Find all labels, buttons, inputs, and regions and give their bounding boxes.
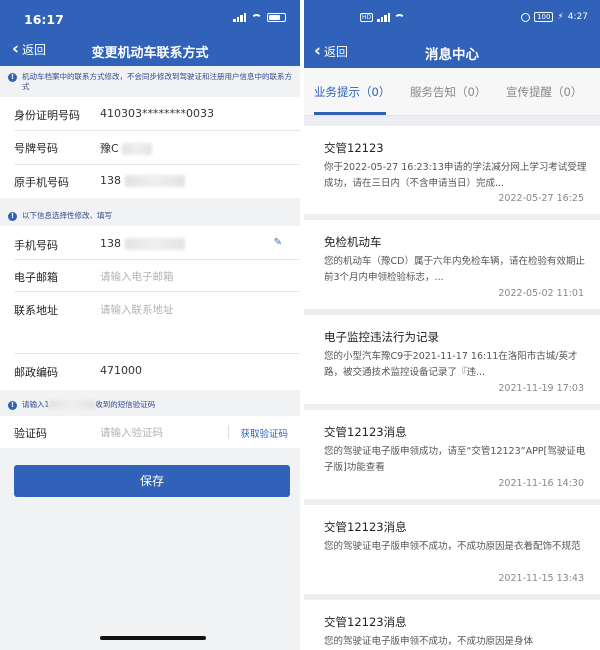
id-number-label: 身份证明号码	[14, 109, 80, 122]
address-row[interactable]: 联系地址 请输入联系地址	[0, 292, 300, 354]
message-date: 2021-11-15 13:43	[498, 573, 584, 584]
status-time: 4:27	[567, 12, 588, 22]
notice-optional: ! 以下信息选择性修改、填写	[0, 211, 300, 221]
left-screen: 16:17 ‹ 返回 变更机动车联系方式 ! 机动车档案中的联系方式修改，不会同…	[0, 0, 300, 650]
address-label: 联系地址	[14, 304, 58, 317]
redacted-mask	[124, 238, 185, 250]
postcode-row[interactable]: 邮政编码 471000	[0, 354, 300, 390]
redacted-mask	[49, 400, 96, 409]
message-title: 免检机动车	[324, 235, 382, 249]
message-date: 2021-11-16 14:30	[498, 478, 584, 489]
info-icon: !	[8, 212, 17, 221]
save-button[interactable]: 保存	[14, 465, 290, 497]
tab-promotion[interactable]: 宣传提醒（0）	[506, 84, 582, 100]
phone-input[interactable]: 138	[100, 237, 121, 250]
notice-sms: ! 请输入1 收到的短信验证码	[0, 400, 300, 410]
status-icons	[233, 13, 286, 22]
signal-icon	[377, 13, 391, 22]
message-date: 2022-05-02 11:01	[498, 288, 584, 299]
pencil-icon[interactable]: ✎	[274, 237, 282, 248]
redacted-mask	[122, 143, 153, 155]
notice-prefix: 请输入1	[22, 400, 50, 409]
message-body: 您的小型汽车豫C9于2021-11-17 16:11在洛阳市古城/英才路，被交通…	[324, 351, 578, 378]
active-tab-indicator	[314, 112, 386, 115]
old-phone-value: 138	[100, 174, 121, 187]
message-card[interactable]: 免检机动车 您的机动车（豫CD）属于六年内免检车辆，请在检验有效期止前3个月内申…	[304, 220, 600, 309]
code-input[interactable]: 请输入验证码	[100, 425, 163, 440]
postcode-label: 邮政编码	[14, 366, 58, 379]
wifi-icon	[251, 13, 262, 22]
message-date: 2022-05-27 16:25	[498, 193, 584, 204]
info-icon: !	[8, 73, 17, 82]
code-panel: 验证码 请输入验证码 获取验证码	[0, 416, 300, 448]
code-label: 验证码	[14, 427, 47, 440]
message-title: 交管12123消息	[324, 615, 407, 629]
page-title: 消息中心	[425, 47, 479, 63]
message-body: 您的驾驶证电子版申领不成功，不成功原因是衣着配饰不规范	[324, 541, 581, 552]
status-icons-left: HD	[360, 13, 406, 22]
notice-sync: ! 机动车档案中的联系方式修改，不会同步修改到驾驶证和注册用户信息中的联系方式	[0, 72, 300, 92]
id-number-row: 身份证明号码 410303********0033	[0, 97, 300, 131]
contact-form-panel: 手机号码 138 ✎ 电子邮箱 请输入电子邮箱 联系地址 请输入联系地址 邮政编…	[0, 226, 300, 390]
bolt-icon: ⚡	[557, 12, 564, 22]
signal-icon	[233, 13, 246, 22]
plate-row: 号牌号码 豫C	[0, 131, 300, 165]
alarm-icon	[521, 12, 531, 22]
email-input[interactable]: 请输入电子邮箱	[100, 269, 174, 284]
address-input[interactable]: 请输入联系地址	[100, 302, 174, 317]
old-phone-row: 原手机号码 138	[0, 165, 300, 198]
phone-row[interactable]: 手机号码 138 ✎	[0, 226, 300, 260]
page-title: 变更机动车联系方式	[91, 46, 209, 61]
battery-level: 100	[534, 12, 554, 22]
postcode-input[interactable]: 471000	[100, 364, 142, 377]
message-body: 你于2022-05-27 16:23:13申请的学法减分网上学习考试受理成功，请…	[324, 162, 587, 189]
battery-icon	[267, 13, 286, 22]
message-card[interactable]: 交管12123消息 您的驾驶证电子版申领不成功，不成功原因是衣着配饰不规范 20…	[304, 505, 600, 594]
get-code-button[interactable]: 获取验证码	[240, 426, 288, 440]
tab-service[interactable]: 服务告知（0）	[410, 84, 486, 100]
status-bar: 16:17	[0, 0, 300, 34]
message-card[interactable]: 交管12123消息 您的驾驶证电子版申领成功，请至“交管12123”APP[驾驶…	[304, 410, 600, 499]
nav-bar: ‹ 返回 变更机动车联系方式	[0, 34, 300, 66]
message-body: 您的驾驶证电子版申领成功，请至“交管12123”APP[驾驶证电子版]功能查看	[324, 446, 586, 473]
email-label: 电子邮箱	[14, 271, 58, 284]
notice-suffix: 收到的短信验证码	[95, 400, 156, 409]
message-title: 交管12123	[324, 141, 384, 155]
message-title: 交管12123消息	[324, 425, 407, 439]
vehicle-info-panel: 身份证明号码 410303********0033 号牌号码 豫C 原手机号码 …	[0, 97, 300, 198]
message-card[interactable]: 交管12123消息 您的驾驶证电子版申领不成功，不成功原因是身体	[304, 600, 600, 650]
message-card[interactable]: 电子监控违法行为记录 您的小型汽车豫C9于2021-11-17 16:11在洛阳…	[304, 315, 600, 404]
hd-icon: HD	[360, 13, 374, 22]
phone-label: 手机号码	[14, 239, 58, 252]
code-row[interactable]: 验证码 请输入验证码 获取验证码	[0, 416, 300, 448]
old-phone-label: 原手机号码	[14, 176, 69, 189]
id-number-value: 410303********0033	[100, 107, 214, 120]
redacted-mask	[124, 175, 185, 187]
status-time: 16:17	[24, 12, 64, 27]
tab-business[interactable]: 业务提示（0）	[314, 84, 390, 100]
message-card[interactable]: 交管12123 你于2022-05-27 16:23:13申请的学法减分网上学习…	[304, 126, 600, 214]
message-title: 电子监控违法行为记录	[324, 330, 439, 344]
message-body: 您的驾驶证电子版申领不成功，不成功原因是身体	[324, 636, 534, 647]
message-body: 您的机动车（豫CD）属于六年内免检车辆，请在检验有效期止前3个月内申领检验标志，…	[324, 256, 585, 283]
status-icons-right: 100 ⚡ 4:27	[521, 12, 588, 22]
status-bar: HD 100 ⚡ 4:27	[304, 0, 600, 34]
email-row[interactable]: 电子邮箱 请输入电子邮箱	[0, 260, 300, 292]
nav-bar: ‹ 返回 消息中心	[304, 34, 600, 68]
notice-text: 以下信息选择性修改、填写	[22, 211, 112, 220]
wifi-icon	[394, 13, 406, 22]
plate-value: 豫C	[100, 142, 119, 155]
message-title: 交管12123消息	[324, 520, 407, 534]
right-screen: HD 100 ⚡ 4:27 ‹ 返回 消息中心 业务提示（0） 服务告知（0） …	[304, 0, 600, 650]
info-icon: !	[8, 401, 17, 410]
message-date: 2021-11-19 17:03	[498, 383, 584, 394]
home-indicator[interactable]	[100, 636, 206, 640]
plate-label: 号牌号码	[14, 142, 58, 155]
message-tabs: 业务提示（0） 服务告知（0） 宣传提醒（0）	[304, 68, 600, 116]
notice-text: 机动车档案中的联系方式修改，不会同步修改到驾驶证和注册用户信息中的联系方式	[22, 72, 292, 91]
